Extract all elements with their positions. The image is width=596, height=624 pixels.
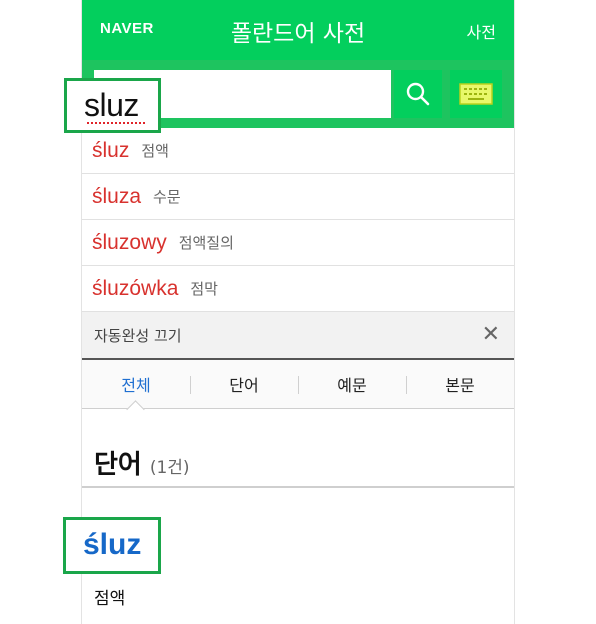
entry-word[interactable]: śluz bbox=[83, 528, 141, 562]
result-tabs: 전체 단어 예문 본문 bbox=[82, 360, 514, 409]
suggestion-meaning: 점액 bbox=[141, 142, 169, 160]
tab-examples[interactable]: 예문 bbox=[298, 360, 406, 408]
autocomplete-toggle-bar: 자동완성 끄기 ✕ bbox=[82, 312, 514, 360]
suggestion-word: śluzówka bbox=[92, 276, 179, 300]
section-heading: 단어 (1건) bbox=[94, 444, 190, 481]
tab-text[interactable]: 본문 bbox=[406, 360, 514, 408]
section-divider bbox=[82, 486, 514, 488]
result-count: (1건) bbox=[149, 458, 190, 478]
suggestion-item[interactable]: śluzowy 점액질의 bbox=[82, 220, 514, 266]
search-query-highlight: sluz bbox=[64, 78, 161, 133]
tab-all[interactable]: 전체 bbox=[82, 360, 190, 408]
keyboard-icon bbox=[459, 83, 493, 105]
suggestion-item[interactable]: śluz 점액 bbox=[82, 128, 514, 174]
autocomplete-off-link[interactable]: 자동완성 끄기 bbox=[94, 325, 182, 346]
suggestion-word: śluza bbox=[92, 184, 142, 208]
header: NAVER 폴란드어 사전 사전 bbox=[82, 0, 514, 60]
search-icon bbox=[406, 82, 430, 106]
page-title: 폴란드어 사전 bbox=[230, 21, 366, 47]
dictionary-home-link[interactable]: 사전 bbox=[467, 19, 496, 43]
search-button[interactable] bbox=[394, 70, 442, 118]
suggestion-word: śluz bbox=[92, 138, 130, 162]
entry-word-highlight: śluz bbox=[63, 517, 161, 574]
keyboard-button[interactable] bbox=[450, 70, 502, 118]
suggestion-meaning: 점막 bbox=[190, 280, 218, 298]
section-title: 단어 bbox=[94, 450, 142, 480]
autocomplete-list: śluz 점액 śluza 수문 śluzowy 점액질의 śluzówka 점… bbox=[82, 128, 514, 312]
suggestion-meaning: 수문 bbox=[153, 188, 181, 206]
suggestion-word: śluzowy bbox=[92, 230, 167, 254]
entry-meaning: 점액 bbox=[94, 589, 126, 609]
tab-words[interactable]: 단어 bbox=[190, 360, 298, 408]
close-icon[interactable]: ✕ bbox=[482, 322, 500, 347]
spellcheck-underline bbox=[87, 122, 145, 124]
search-query-text: sluz bbox=[84, 87, 139, 123]
suggestion-item[interactable]: śluza 수문 bbox=[82, 174, 514, 220]
suggestion-item[interactable]: śluzówka 점막 bbox=[82, 266, 514, 312]
suggestion-meaning: 점액질의 bbox=[178, 234, 234, 252]
